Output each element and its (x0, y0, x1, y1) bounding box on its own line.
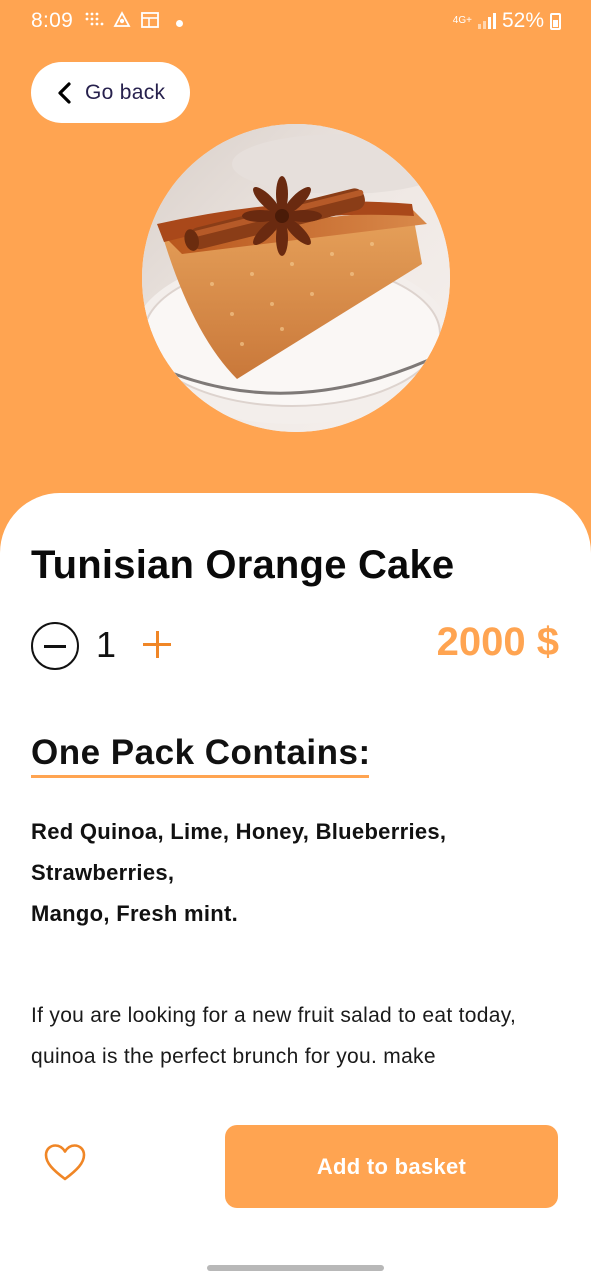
alarm-icon (112, 11, 132, 34)
ingredients-line: Strawberries, (31, 860, 175, 885)
status-system-icons: 4G+ 52% (453, 9, 561, 33)
heading-underline (31, 775, 369, 778)
product-image (142, 124, 450, 432)
go-back-label: Go back (85, 80, 166, 104)
product-title: Tunisian Orange Cake (31, 543, 455, 587)
go-back-button[interactable]: Go back (31, 62, 190, 123)
quantity-price-row: 1 2000 $ (31, 620, 559, 672)
battery-icon (550, 12, 561, 30)
status-notification-icons (84, 11, 183, 34)
ingredients-line: Mango, Fresh mint. (31, 901, 239, 926)
ingredients-list: Red Quinoa, Lime, Honey, Blueberries, St… (31, 811, 551, 934)
plus-icon[interactable] (139, 626, 175, 662)
product-details-card: Tunisian Orange Cake 1 2000 $ One Pack C… (0, 493, 591, 1280)
calendar-icon (140, 11, 160, 34)
description-line: If you are looking for a new fruit salad… (31, 1004, 517, 1027)
battery-percent: 52% (501, 9, 544, 32)
product-description: If you are looking for a new fruit salad… (31, 995, 576, 1077)
status-bar: 8:09 4G+ 52% (0, 0, 591, 44)
ingredients-line: Red Quinoa, Lime, Honey, Blueberries, (31, 819, 447, 844)
product-detail-screen: 8:09 4G+ 52% Go back Tunisian Orange Cak… (0, 0, 591, 1280)
description-line: quinoa is the perfect brunch for you. ma… (31, 1045, 436, 1068)
add-to-basket-button[interactable]: Add to basket (225, 1125, 558, 1208)
product-price: 2000 $ (436, 620, 559, 664)
notification-dot-icon (176, 20, 183, 27)
signal-icon (477, 13, 496, 29)
status-time: 8:09 (31, 9, 74, 32)
quantity-value: 1 (96, 624, 117, 665)
minus-circle-icon[interactable] (31, 622, 79, 670)
network-type: 4G+ (452, 15, 472, 26)
dots-grid-icon (84, 11, 104, 34)
chevron-left-icon (51, 79, 79, 107)
heart-outline-icon[interactable] (43, 1143, 87, 1183)
pack-contents-heading: One Pack Contains: (31, 733, 371, 772)
home-indicator[interactable] (207, 1265, 384, 1271)
